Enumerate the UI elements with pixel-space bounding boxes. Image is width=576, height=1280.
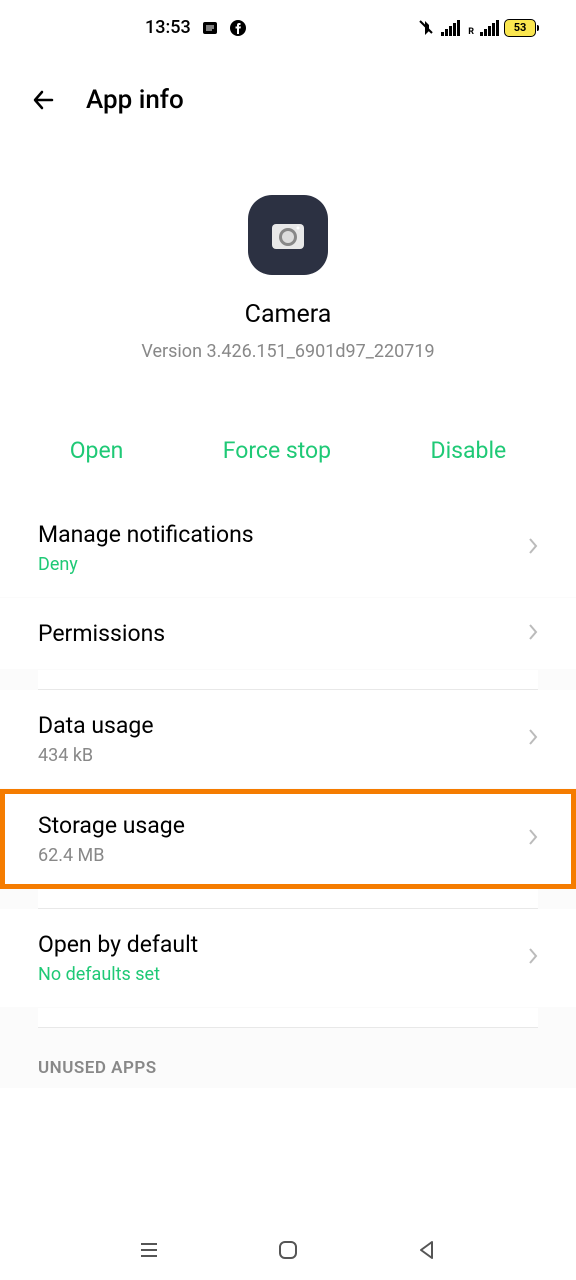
mute-icon bbox=[418, 19, 436, 37]
chevron-right-icon bbox=[528, 827, 538, 851]
open-button[interactable]: Open bbox=[70, 437, 124, 464]
home-button[interactable] bbox=[275, 1237, 301, 1263]
item-title: Permissions bbox=[38, 620, 528, 647]
message-icon bbox=[201, 19, 219, 37]
settings-list: Manage notifications Deny Permissions Da… bbox=[0, 499, 576, 1088]
item-title: Open by default bbox=[38, 931, 528, 958]
signal-icon bbox=[441, 20, 460, 36]
app-header: Camera Version 3.426.151_6901d97_220719 bbox=[0, 135, 576, 402]
storage-usage-item[interactable]: Storage usage 62.4 MB bbox=[0, 789, 576, 889]
unused-apps-header: UNUSED APPS bbox=[0, 1028, 576, 1088]
item-subtitle: 62.4 MB bbox=[38, 845, 528, 866]
item-title: Data usage bbox=[38, 712, 528, 739]
section-divider bbox=[38, 889, 538, 909]
app-version: Version 3.426.151_6901d97_220719 bbox=[141, 341, 434, 362]
app-name: Camera bbox=[245, 300, 332, 329]
navigation-bar bbox=[0, 1220, 576, 1280]
chevron-right-icon bbox=[528, 622, 538, 646]
manage-notifications-item[interactable]: Manage notifications Deny bbox=[0, 499, 576, 597]
status-right: R 53 bbox=[418, 19, 536, 37]
permissions-item[interactable]: Permissions bbox=[0, 598, 576, 669]
item-subtitle: 434 kB bbox=[38, 745, 528, 766]
item-title: Storage usage bbox=[38, 812, 528, 839]
item-subtitle: No defaults set bbox=[38, 964, 528, 985]
item-subtitle: Deny bbox=[38, 554, 528, 575]
battery-icon: 53 bbox=[504, 19, 536, 37]
app-bar: App info bbox=[0, 55, 576, 135]
page-title: App info bbox=[86, 85, 184, 115]
item-title: Manage notifications bbox=[38, 521, 528, 548]
section-divider bbox=[38, 1008, 538, 1028]
chevron-right-icon bbox=[528, 536, 538, 560]
data-usage-item[interactable]: Data usage 434 kB bbox=[0, 690, 576, 788]
battery-level: 53 bbox=[514, 21, 527, 34]
action-row: Open Force stop Disable bbox=[0, 402, 576, 499]
status-time: 13:53 bbox=[145, 17, 191, 38]
force-stop-button[interactable]: Force stop bbox=[223, 437, 331, 464]
roaming-icon: R bbox=[468, 27, 474, 37]
recent-apps-button[interactable] bbox=[136, 1237, 162, 1263]
status-left: 13:53 bbox=[145, 17, 247, 38]
disable-button[interactable]: Disable bbox=[430, 437, 506, 464]
chevron-right-icon bbox=[528, 727, 538, 751]
facebook-icon bbox=[229, 19, 247, 37]
section-divider bbox=[38, 670, 538, 690]
status-bar: 13:53 R 53 bbox=[0, 0, 576, 55]
open-by-default-item[interactable]: Open by default No defaults set bbox=[0, 909, 576, 1007]
back-nav-button[interactable] bbox=[414, 1237, 440, 1263]
app-icon bbox=[248, 195, 328, 275]
chevron-right-icon bbox=[528, 946, 538, 970]
signal-icon-2 bbox=[480, 20, 499, 36]
back-button[interactable] bbox=[30, 86, 58, 114]
